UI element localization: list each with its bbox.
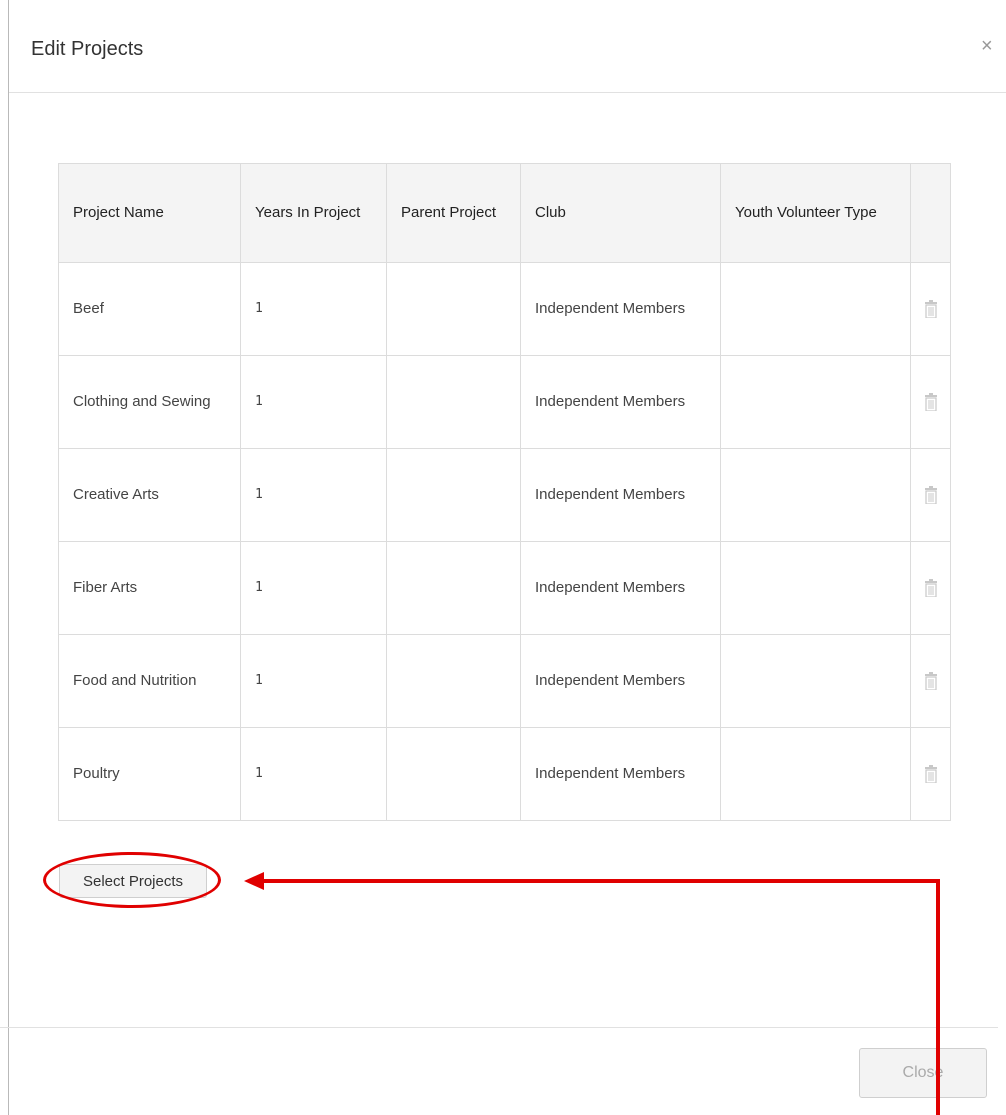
projects-table: Project Name Years In Project Parent Pro… (58, 163, 951, 821)
trash-icon[interactable] (924, 579, 938, 598)
cell-project-name: Creative Arts (58, 448, 241, 542)
cell-club: Independent Members (520, 634, 721, 728)
cell-club: Independent Members (520, 727, 721, 821)
trash-icon[interactable] (924, 765, 938, 784)
dialog-header: Edit Projects × (9, 0, 1006, 93)
cell-delete (910, 727, 951, 821)
trash-icon[interactable] (924, 672, 938, 691)
cell-parent-project (386, 448, 521, 542)
cell-volunteer-type (720, 727, 911, 821)
cell-volunteer-type (720, 448, 911, 542)
table-row: Creative Arts 1 Independent Members (58, 448, 951, 542)
cell-project-name: Clothing and Sewing (58, 355, 241, 449)
trash-icon[interactable] (924, 393, 938, 412)
table-row: Poultry 1 Independent Members (58, 727, 951, 821)
cell-years: 1 (240, 355, 387, 449)
cell-club: Independent Members (520, 541, 721, 635)
cell-volunteer-type (720, 262, 911, 356)
cell-project-name: Fiber Arts (58, 541, 241, 635)
footer-divider (0, 1027, 998, 1028)
cell-club: Independent Members (520, 448, 721, 542)
cell-delete (910, 262, 951, 356)
cell-delete (910, 541, 951, 635)
trash-icon[interactable] (924, 300, 938, 319)
cell-parent-project (386, 541, 521, 635)
cell-volunteer-type (720, 634, 911, 728)
cell-club: Independent Members (520, 262, 721, 356)
cell-delete (910, 355, 951, 449)
cell-parent-project (386, 634, 521, 728)
cell-project-name: Food and Nutrition (58, 634, 241, 728)
table-header-row: Project Name Years In Project Parent Pro… (58, 163, 951, 263)
cell-years: 1 (240, 727, 387, 821)
dialog-title: Edit Projects (31, 38, 144, 60)
table-row: Food and Nutrition 1 Independent Members (58, 634, 951, 728)
cell-parent-project (386, 262, 521, 356)
cell-volunteer-type (720, 541, 911, 635)
header-club: Club (520, 163, 721, 263)
cell-years: 1 (240, 262, 387, 356)
close-icon[interactable]: × (981, 36, 993, 56)
cell-volunteer-type (720, 355, 911, 449)
table-row: Beef 1 Independent Members (58, 262, 951, 356)
cell-club: Independent Members (520, 355, 721, 449)
table-row: Clothing and Sewing 1 Independent Member… (58, 355, 951, 449)
cell-project-name: Beef (58, 262, 241, 356)
header-project-name: Project Name (58, 163, 241, 263)
close-button[interactable]: Close (859, 1048, 987, 1098)
projects-table-container: Project Name Years In Project Parent Pro… (58, 163, 951, 821)
trash-icon[interactable] (924, 486, 938, 505)
cell-delete (910, 634, 951, 728)
select-projects-button[interactable]: Select Projects (59, 864, 207, 898)
cell-delete (910, 448, 951, 542)
cell-project-name: Poultry (58, 727, 241, 821)
cell-parent-project (386, 355, 521, 449)
cell-years: 1 (240, 448, 387, 542)
header-actions (910, 163, 951, 263)
cell-years: 1 (240, 634, 387, 728)
cell-parent-project (386, 727, 521, 821)
header-years-in-project: Years In Project (240, 163, 387, 263)
header-youth-volunteer-type: Youth Volunteer Type (720, 163, 911, 263)
header-parent-project: Parent Project (386, 163, 521, 263)
cell-years: 1 (240, 541, 387, 635)
table-row: Fiber Arts 1 Independent Members (58, 541, 951, 635)
